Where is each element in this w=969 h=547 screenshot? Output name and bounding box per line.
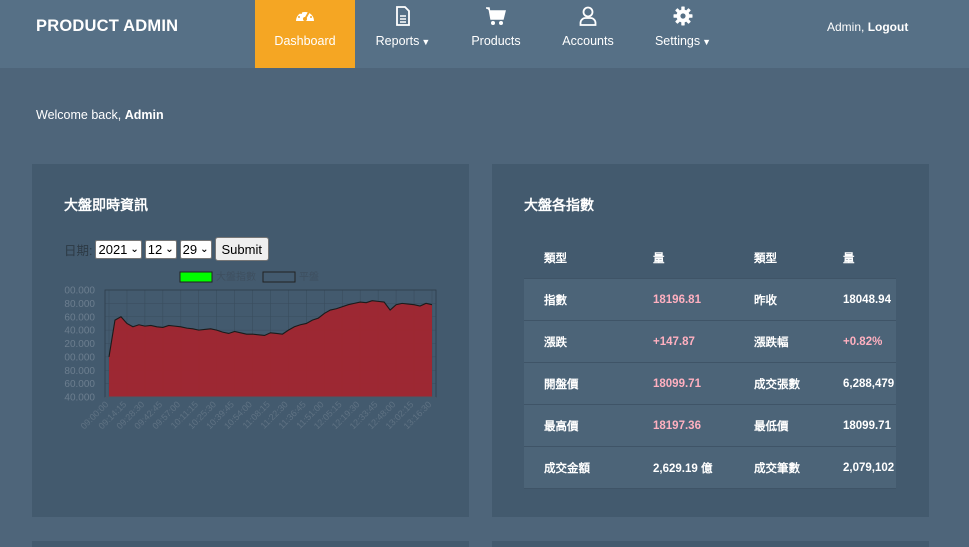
market-realtime-title: 大盤即時資訊 [64, 197, 148, 213]
table-cell: 18099.71 [823, 404, 896, 447]
bottom-card-right [492, 541, 929, 547]
table-cell: +147.87 [633, 320, 734, 363]
gear-icon [673, 6, 693, 26]
welcome-prefix: Welcome back, [36, 108, 125, 122]
nav-dashboard-label: Dashboard [274, 34, 336, 48]
table-row: 指數 18196.81 昨收 18048.94 [524, 278, 896, 321]
chevron-down-icon: ⌄ [165, 243, 174, 255]
cart-icon [485, 6, 507, 26]
y-tick-label: 18140.000 [64, 326, 95, 337]
table-cell: 6,288,479 [823, 362, 896, 405]
month-select[interactable]: 12 ⌄ [144, 239, 177, 259]
table-cell: 18197.36 [633, 404, 734, 447]
nav-accounts[interactable]: Accounts [556, 0, 620, 68]
table-cell: 18048.94 [823, 278, 896, 321]
nav-settings[interactable]: Settings ▼ [650, 0, 716, 68]
table-cell: 2,079,102 [823, 446, 896, 489]
y-tick-label: 18100.000 [64, 352, 95, 363]
table-row: 開盤價 18099.71 成交張數 6,288,479 [524, 362, 896, 405]
user-separator: , [861, 20, 868, 34]
y-tick-label: 18120.000 [64, 339, 95, 350]
table-cell: 最低價 [734, 404, 823, 447]
table-cell: 成交張數 [734, 362, 823, 405]
table-cell: 漲跌幅 [734, 320, 823, 363]
table-row: 最高價 18197.36 最低價 18099.71 [524, 404, 896, 447]
day-select[interactable]: 29 ⌄ [179, 239, 212, 259]
welcome-name: Admin [124, 108, 164, 122]
table-cell: 2,629.19 億 [633, 446, 734, 489]
col-header-type: 類型 [524, 238, 633, 279]
top-navbar: PRODUCT ADMIN Dashboard Reports ▼ Produc… [0, 0, 969, 68]
date-label: 日期: [64, 243, 93, 258]
y-tick-label: 18080.000 [64, 366, 95, 377]
indices-table: 類型 量 類型 量 指數 18196.81 昨收 18048.94 漲跌 +14… [524, 238, 896, 489]
day-value: 29 [182, 241, 198, 257]
market-indices-title: 大盤各指數 [524, 197, 594, 213]
col-header-type: 類型 [734, 238, 823, 279]
nav-dashboard[interactable]: Dashboard [255, 0, 355, 68]
nav-settings-label: Settings [654, 34, 701, 48]
table-row: 漲跌 +147.87 漲跌幅 +0.82% [524, 320, 896, 363]
table-header-row: 類型 量 類型 量 [524, 238, 896, 279]
chevron-down-icon: ⌄ [130, 243, 139, 255]
y-tick-label: 18060.000 [64, 379, 95, 390]
y-tick-label: 18040.000 [64, 393, 95, 404]
y-tick-label: 18160.000 [64, 312, 95, 323]
legend-swatch [262, 271, 296, 283]
table-cell: 成交筆數 [734, 446, 823, 489]
bottom-card-left [32, 541, 469, 547]
year-select[interactable]: 2021 ⌄ [95, 239, 142, 259]
col-header-value: 量 [633, 238, 734, 279]
table-cell: 成交金額 [524, 446, 633, 489]
user-icon [579, 6, 597, 26]
submit-button[interactable]: Submit [214, 237, 269, 261]
welcome-message: Welcome back, Admin [36, 108, 164, 122]
table-cell: 開盤價 [524, 362, 633, 405]
year-value: 2021 [98, 241, 128, 257]
nav-reports[interactable]: Reports ▼ [370, 0, 436, 68]
legend-label: 平盤 [299, 270, 319, 283]
nav-products-label: Products [471, 34, 521, 48]
legend-swatch [179, 271, 213, 283]
table-cell: 指數 [524, 278, 633, 321]
dashboard-gauge-icon [294, 6, 316, 26]
table-row: 成交金額 2,629.19 億 成交筆數 2,079,102 [524, 446, 896, 489]
col-header-value: 量 [823, 238, 896, 279]
market-index-chart: 大盤指數 平盤 18200.000 18180.000 18160.000 18140.0… [64, 270, 437, 431]
nav-reports-label: Reports [375, 34, 420, 48]
user-name: Admin [827, 20, 862, 34]
nav-products[interactable]: Products [463, 0, 529, 68]
y-tick-label: 18180.000 [64, 299, 95, 310]
table-cell: 18196.81 [633, 278, 734, 321]
table-cell: 最高價 [524, 404, 633, 447]
table-cell: 昨收 [734, 278, 823, 321]
legend-label: 大盤指數 [216, 270, 256, 283]
user-menu: Admin, Logout [827, 20, 908, 34]
chevron-down-icon: ▼ [702, 37, 712, 47]
brand-title[interactable]: PRODUCT ADMIN [36, 17, 178, 36]
logout-link[interactable]: Logout [868, 20, 909, 34]
y-tick-label: 18200.000 [64, 286, 95, 297]
chevron-down-icon: ⌄ [200, 243, 209, 255]
date-form: 日期: 2021 ⌄ 12 ⌄ 29 ⌄ Submit [64, 237, 269, 261]
month-value: 12 [147, 241, 163, 257]
nav-accounts-label: Accounts [562, 34, 614, 48]
table-cell: 18099.71 [633, 362, 734, 405]
table-cell: 漲跌 [524, 320, 633, 363]
file-icon [395, 6, 411, 26]
table-cell: +0.82% [823, 320, 896, 363]
chevron-down-icon: ▼ [421, 37, 431, 47]
